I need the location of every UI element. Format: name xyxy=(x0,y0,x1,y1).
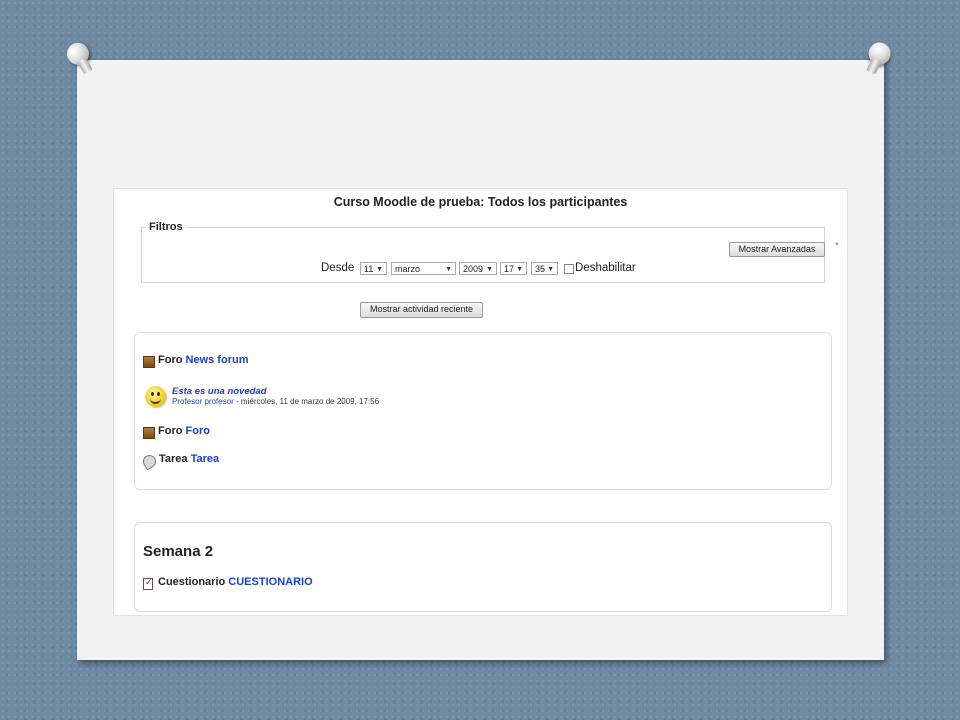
day-select-value: 11 xyxy=(364,264,374,274)
module-label: Tarea xyxy=(159,453,188,465)
chevron-down-icon: ▼ xyxy=(486,266,493,273)
quiz-link[interactable]: CUESTIONARIO xyxy=(228,576,312,588)
smiley-icon xyxy=(145,386,166,407)
month-select[interactable]: marzo ▼ xyxy=(391,262,456,275)
disable-label: Deshabilitar xyxy=(575,262,636,274)
hour-select[interactable]: 17 ▼ xyxy=(500,262,527,275)
forum-icon xyxy=(143,427,155,439)
month-select-value: marzo xyxy=(395,264,421,274)
minute-select[interactable]: 35 ▼ xyxy=(531,262,558,275)
activity-row: Cuestionario CUESTIONARIO xyxy=(158,576,313,588)
desde-label: Desde xyxy=(321,262,355,274)
activity-row: Foro Foro xyxy=(158,425,210,437)
page-title: Curso Moodle de prueba: Todos los partic… xyxy=(333,195,628,209)
hour-select-value: 17 xyxy=(504,264,515,274)
chevron-down-icon: ▼ xyxy=(445,266,452,273)
post-author-link[interactable]: Profesor profesor xyxy=(172,397,234,406)
forum-link[interactable]: Foro xyxy=(186,425,210,437)
news-forum-link[interactable]: News forum xyxy=(186,354,249,366)
minute-select-value: 35 xyxy=(535,264,546,274)
activity-row: Foro News forum xyxy=(158,354,248,366)
disable-checkbox[interactable] xyxy=(564,264,574,274)
assignment-link[interactable]: Tarea xyxy=(191,453,220,465)
activity-row: Tarea Tarea xyxy=(159,453,219,465)
section-box: Semana 2 Cuestionario CUESTIONARIO xyxy=(134,522,832,612)
year-select[interactable]: 2009 ▼ xyxy=(459,262,497,275)
show-advanced-button[interactable]: Mostrar Avanzadas xyxy=(729,242,825,257)
chevron-down-icon: ▼ xyxy=(376,266,383,273)
advanced-asterisk: * xyxy=(835,241,839,252)
chevron-down-icon: ▼ xyxy=(516,266,523,273)
section-box: Foro News forum Esta es una novedad Prof… xyxy=(134,332,832,490)
moodle-screenshot: Curso Moodle de prueba: Todos los partic… xyxy=(113,188,848,616)
week-heading: Semana 2 xyxy=(143,543,214,560)
show-recent-activity-button[interactable]: Mostrar actividad reciente xyxy=(360,302,483,318)
filters-legend: Filtros xyxy=(146,221,186,233)
assignment-icon xyxy=(140,452,159,471)
module-label: Foro xyxy=(158,425,183,437)
day-select[interactable]: 11 ▼ xyxy=(360,262,387,275)
module-label: Foro xyxy=(158,354,183,366)
quiz-icon xyxy=(143,577,153,590)
module-label: Cuestionario xyxy=(158,576,226,588)
post-title-link[interactable]: Esta es una novedad xyxy=(172,386,267,397)
forum-icon xyxy=(143,356,155,368)
post-meta: Profesor profesor - miércoles, 11 de mar… xyxy=(172,397,379,406)
year-select-value: 2009 xyxy=(463,264,484,274)
post-date: - miércoles, 11 de marzo de 2009, 17:56 xyxy=(233,397,380,406)
chevron-down-icon: ▼ xyxy=(547,266,554,273)
